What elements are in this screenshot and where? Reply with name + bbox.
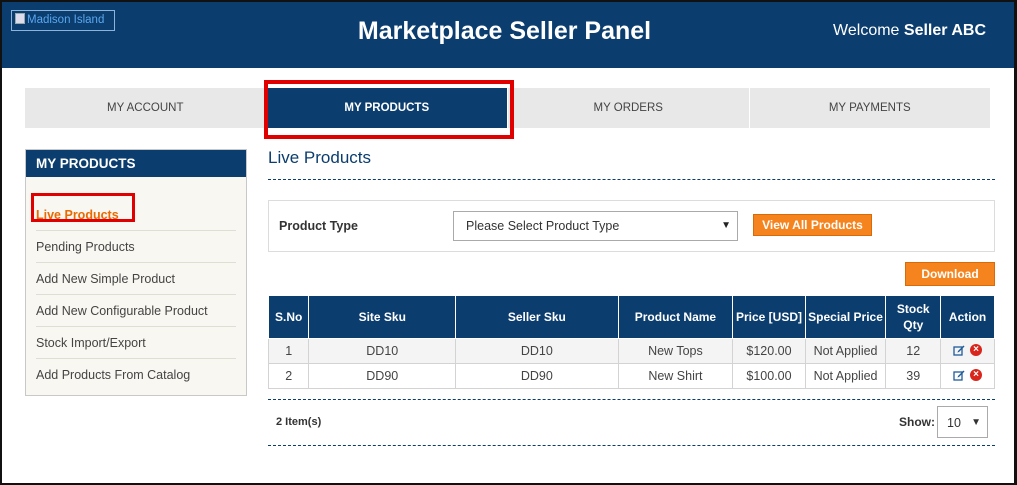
seller-name: Seller ABC [903,22,986,39]
cell-price: $100.00 [732,363,806,389]
per-page-value: 10 [947,416,961,430]
item-count: 2 Item(s) [276,416,322,428]
edit-icon[interactable] [953,344,965,356]
view-all-products-button[interactable]: View All Products [753,214,872,236]
cell-action: × [940,363,995,389]
cell-seller-sku: DD90 [455,363,619,389]
sidebar-item-pending-products[interactable]: Pending Products [36,231,236,263]
cell-stock-qty: 39 [885,363,942,389]
cell-product-name: New Shirt [617,363,734,389]
show-label: Show: [899,415,935,429]
sidebar-item-add-configurable-product[interactable]: Add New Configurable Product [36,295,236,327]
dropdown-arrow-icon: ▼ [721,220,731,231]
cell-stock-qty: 12 [885,338,942,364]
divider [268,445,995,446]
col-product-name[interactable]: Product Name [617,295,734,339]
cell-action: × [940,338,995,364]
cell-special-price: Not Applied [804,338,887,364]
col-price[interactable]: Price [USD] [732,295,806,339]
tab-my-payments[interactable]: MY PAYMENTS [750,88,991,128]
header-bar: Madison Island Marketplace Seller Panel … [2,2,1014,68]
highlight-box-tab [264,80,514,139]
cell-site-sku: DD10 [308,338,457,364]
product-type-select[interactable]: Please Select Product Type ▼ [453,211,738,241]
table-row: 2 DD90 DD90 New Shirt $100.00 Not Applie… [267,363,995,389]
cell-seller-sku: DD10 [455,338,619,364]
col-stock-qty[interactable]: Stock Qty [885,295,942,339]
sidebar-item-add-from-catalog[interactable]: Add Products From Catalog [36,359,236,391]
welcome-message: Welcome Seller ABC [833,22,986,40]
sidebar-item-stock-import-export[interactable]: Stock Import/Export [36,327,236,359]
welcome-prefix: Welcome [833,22,900,39]
col-site-sku[interactable]: Site Sku [308,295,457,339]
per-page-select[interactable]: 10 ▼ [937,406,988,438]
delete-icon[interactable]: × [970,343,983,356]
products-table: S.No Site Sku Seller Sku Product Name Pr… [267,295,995,389]
col-special-price[interactable]: Special Price [804,295,887,339]
product-type-select-value: Please Select Product Type [466,219,620,233]
tab-my-orders[interactable]: MY ORDERS [508,88,750,128]
cell-special-price: Not Applied [804,363,887,389]
highlight-box-sidebar [31,193,135,222]
download-button[interactable]: Download [905,262,995,286]
table-row: 1 DD10 DD10 New Tops $120.00 Not Applied… [267,338,995,364]
cell-sno: 1 [267,338,310,364]
table-header-row: S.No Site Sku Seller Sku Product Name Pr… [267,295,995,339]
cell-sno: 2 [267,363,310,389]
col-seller-sku[interactable]: Seller Sku [455,295,619,339]
tab-my-account[interactable]: MY ACCOUNT [25,88,267,128]
filter-panel: Product Type Please Select Product Type … [268,200,995,252]
edit-icon[interactable] [953,369,965,381]
sidebar-item-add-simple-product[interactable]: Add New Simple Product [36,263,236,295]
divider [268,179,995,180]
cell-product-name: New Tops [617,338,734,364]
sidebar: MY PRODUCTS Live Products Pending Produc… [25,149,247,396]
cell-site-sku: DD90 [308,363,457,389]
sidebar-heading: MY PRODUCTS [26,150,246,177]
col-action: Action [940,295,995,339]
product-type-label: Product Type [279,219,358,233]
section-title: Live Products [268,148,371,167]
cell-price: $120.00 [732,338,806,364]
sidebar-list: Live Products Pending Products Add New S… [26,199,246,391]
pager: 2 Item(s) Show: 10 ▼ [268,400,995,445]
dropdown-arrow-icon: ▼ [971,417,981,428]
col-sno[interactable]: S.No [267,295,310,339]
delete-icon[interactable]: × [970,368,983,381]
